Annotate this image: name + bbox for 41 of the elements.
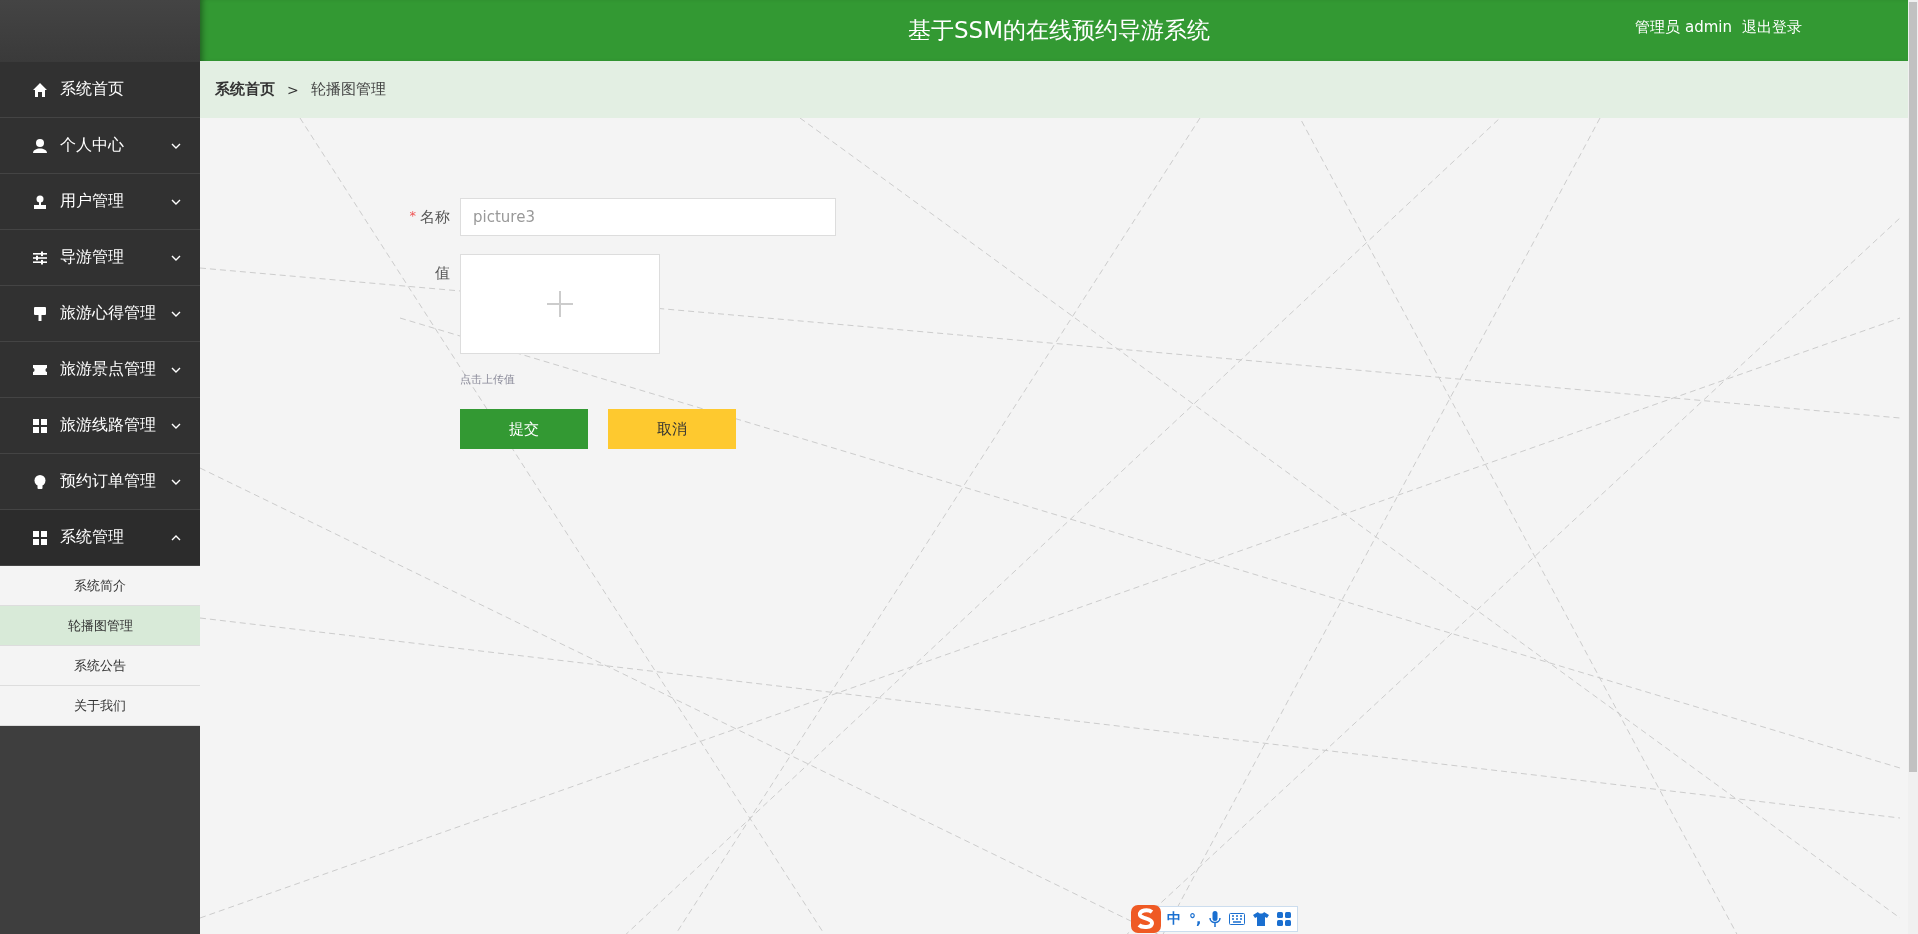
submenu-item[interactable]: 系统公告 [0,646,200,686]
grid-icon [32,529,48,546]
sidebar-menu-item[interactable]: 旅游心得管理 [0,286,200,342]
grid-icon [32,417,48,434]
breadcrumb-link[interactable]: 系统首页 [215,80,275,99]
brush-icon [32,305,48,322]
submenu-item[interactable]: 系统简介 [0,566,200,606]
cancel-button[interactable]: 取消 [608,409,736,449]
required-asterisk: * [409,208,416,225]
field-label: 名称 [420,208,450,228]
breadcrumb-separator: > [287,81,299,98]
app-title: 基于SSM的在线预约导游系统 [907,16,1210,45]
plus-icon [546,290,574,318]
scrollbar-thumb[interactable] [1909,2,1917,772]
admin-user-label: 管理员 admin [1635,18,1732,37]
person-icon [32,137,48,154]
punctuation-toggle[interactable]: °, [1189,911,1202,927]
upload-hint: 点击上传值 [460,372,516,387]
sidebar-menu-item[interactable]: 导游管理 [0,230,200,286]
ime-mode-toggle[interactable]: 中 [1167,910,1181,928]
field-label: 值 [435,264,450,284]
home-icon [32,81,48,98]
microphone-icon[interactable] [1209,911,1222,927]
sidebar-menu-item[interactable]: 系统首页 [0,62,200,118]
sidebar-menu-item[interactable]: 用户管理 [0,174,200,230]
shirt-icon[interactable] [1253,912,1270,926]
submenu-item[interactable]: 关于我们 [0,686,200,726]
lightbulb-icon [32,473,48,490]
submit-button[interactable]: 提交 [460,409,588,449]
user-icon [32,193,48,210]
logout-link[interactable]: 退出登录 [1742,18,1802,37]
keyboard-icon[interactable] [1229,913,1246,925]
sidebar-menu-item[interactable]: 旅游景点管理 [0,342,200,398]
sidebar-menu-item[interactable]: 旅游线路管理 [0,398,200,454]
sidebar-menu-item[interactable]: 个人中心 [0,118,200,174]
grid-icon[interactable] [1277,912,1292,926]
breadcrumb-current: 轮播图管理 [310,80,386,99]
ime-logo-icon[interactable] [1130,904,1162,934]
sidebar-menu-item[interactable]: 预约订单管理 [0,454,200,510]
sliders-icon [32,249,48,266]
submenu-item[interactable]: 轮播图管理 [0,606,200,646]
